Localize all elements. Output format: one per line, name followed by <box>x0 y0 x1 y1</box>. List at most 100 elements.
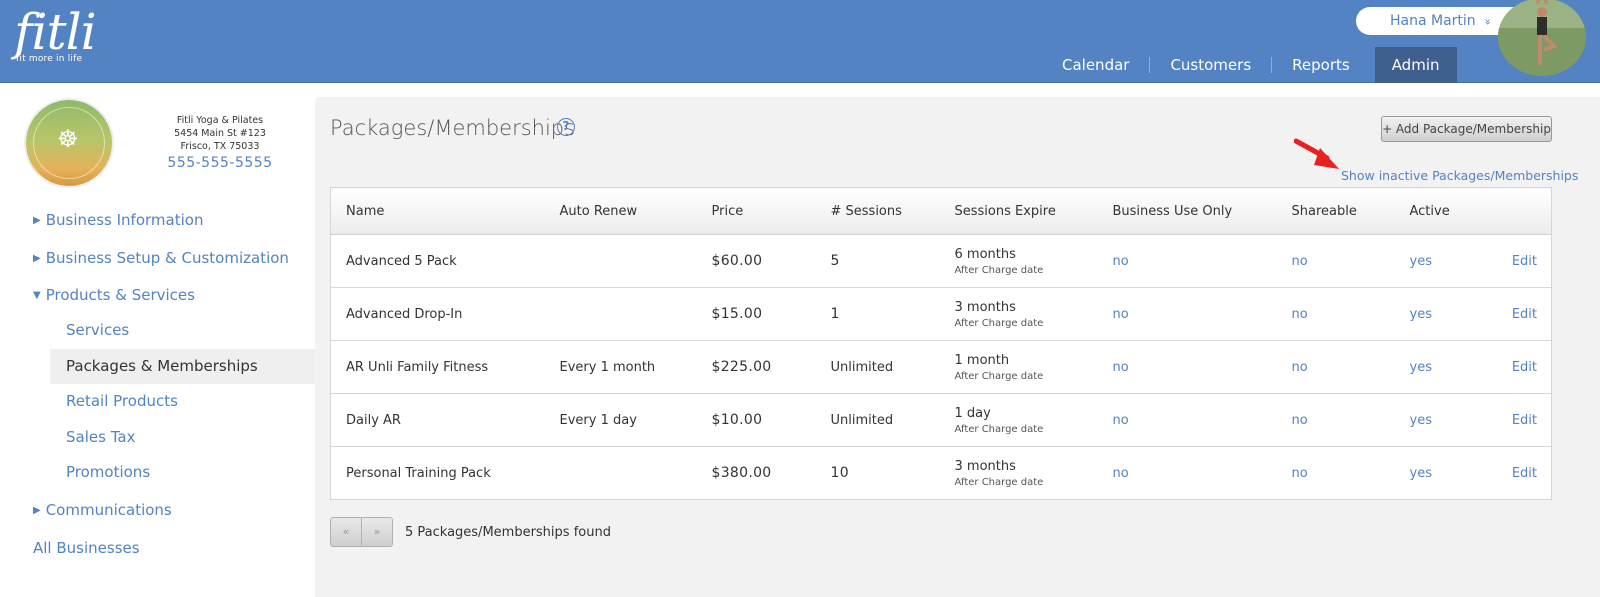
tab-calendar[interactable]: Calendar <box>1042 47 1149 83</box>
show-inactive-link[interactable]: Show inactive Packages/Memberships <box>1341 168 1578 183</box>
cell-active[interactable]: yes <box>1394 287 1485 341</box>
cell-sessions: Unlimited <box>815 340 940 394</box>
expire-note: After Charge date <box>954 476 1044 488</box>
cell-name: AR Unli Family Fitness <box>330 340 545 394</box>
column-header-price[interactable]: Price <box>696 187 816 235</box>
triangle-right-icon: ▶ <box>33 505 41 516</box>
sidebar-item-label: Business Setup & Customization <box>45 249 289 267</box>
tab-customers[interactable]: Customers <box>1150 47 1271 83</box>
business-phone[interactable]: 555-555-5555 <box>145 155 295 171</box>
red-pointer-arrow <box>1294 138 1339 169</box>
column-header-sessions[interactable]: # Sessions <box>815 187 940 235</box>
cell-shareable[interactable]: no <box>1277 447 1395 500</box>
table-row: AR Unli Family Fitness Every 1 month $22… <box>330 340 1552 394</box>
chevron-down-icon: » <box>1481 18 1495 26</box>
cell-business-use-only[interactable]: no <box>1097 287 1277 341</box>
table-row: Daily AR Every 1 day $10.00 Unlimited 1 … <box>330 393 1552 447</box>
pagination: « » <box>330 517 393 547</box>
cell-active[interactable]: yes <box>1394 393 1485 447</box>
logo-word: fitli <box>14 3 97 61</box>
column-header-sessions-expire[interactable]: Sessions Expire <box>939 187 1098 235</box>
edit-link[interactable]: Edit <box>1484 234 1552 288</box>
cell-name: Daily AR <box>330 393 545 447</box>
triangle-right-icon: ▶ <box>33 253 41 264</box>
pager-next-button[interactable]: » <box>362 518 392 546</box>
cell-shareable[interactable]: no <box>1276 234 1395 288</box>
cell-auto-renew: Every 1 month <box>544 340 697 394</box>
cell-price: $10.00 <box>696 393 816 447</box>
cell-name: Advanced 5 Pack <box>330 234 545 288</box>
column-header-shareable[interactable]: Shareable <box>1276 187 1395 235</box>
cell-sessions: Unlimited <box>815 393 940 447</box>
sidebar-sub-item-sales-tax[interactable]: Sales Tax <box>66 428 135 446</box>
add-package-button[interactable]: + Add Package/Membership <box>1381 116 1552 142</box>
cell-business-use-only[interactable]: no <box>1097 234 1277 288</box>
cell-price: $380.00 <box>711 465 772 481</box>
main-nav: Calendar Customers Reports Admin <box>1042 47 1457 83</box>
column-header-business-use-only[interactable]: Business Use Only <box>1097 187 1277 235</box>
sidebar-sub-item-promotions[interactable]: Promotions <box>66 463 150 481</box>
cell-auto-renew <box>544 287 697 341</box>
cell-business-use-only[interactable]: no <box>1097 393 1277 447</box>
sidebar-item-label: Products & Services <box>45 286 195 304</box>
column-header-name[interactable]: Name <box>330 187 545 235</box>
cell-auto-renew: Every 1 day <box>544 393 697 447</box>
triangle-right-icon: ▶ <box>33 215 41 226</box>
tab-reports[interactable]: Reports <box>1272 47 1370 83</box>
column-header-auto-renew[interactable]: Auto Renew <box>544 187 697 235</box>
cell-shareable[interactable]: no <box>1276 340 1395 394</box>
business-card: ☸ Fitli Yoga & Pilates 5454 Main St #123… <box>20 97 315 189</box>
cell-price: $60.00 <box>696 234 816 288</box>
cell-active[interactable]: yes <box>1394 234 1485 288</box>
help-icon[interactable]: ? <box>557 118 575 136</box>
expire-value: 1 day <box>954 405 991 421</box>
cell-sessions-expire: 1 month After Charge date <box>939 340 1098 394</box>
cell-name: Advanced Drop-In <box>330 287 545 341</box>
sidebar-sub-item-services[interactable]: Services <box>66 321 129 339</box>
avatar[interactable] <box>1498 0 1586 76</box>
sidebar-item-products-services[interactable]: ▼ Products & Services <box>33 286 195 304</box>
cell-sessions-expire: 6 months After Charge date <box>939 234 1098 288</box>
cell-sessions: 1 <box>815 287 940 341</box>
table-row: Advanced 5 Pack $60.00 5 6 months After C… <box>330 234 1552 288</box>
cell-sessions: 5 <box>815 234 940 288</box>
cell-sessions-expire: 3 months After Charge date <box>939 287 1098 341</box>
sidebar-item-label: Communications <box>45 501 172 519</box>
sidebar-sub-item-retail-products[interactable]: Retail Products <box>66 392 178 410</box>
sidebar-item-business-information[interactable]: ▶ Business Information <box>33 211 203 229</box>
edit-link[interactable]: Edit <box>1484 287 1552 341</box>
pager-prev-button[interactable]: « <box>331 518 362 546</box>
tab-admin[interactable]: Admin <box>1374 47 1457 83</box>
sidebar-item-business-setup[interactable]: ▶ Business Setup & Customization <box>33 249 289 267</box>
edit-link[interactable]: Edit <box>1484 393 1552 447</box>
page-title: Packages/Memberships <box>330 116 576 140</box>
expire-value: 1 month <box>954 352 1010 368</box>
business-address: Fitli Yoga & Pilates 5454 Main St #123 F… <box>155 114 285 153</box>
cell-business-use-only[interactable]: no <box>1098 447 1277 500</box>
cell-active[interactable]: yes <box>1394 340 1485 394</box>
sidebar-item-communications[interactable]: ▶ Communications <box>33 501 172 519</box>
cell-auto-renew <box>544 234 697 288</box>
expire-note: After Charge date <box>954 264 1044 276</box>
cell-price: $225.00 <box>696 340 816 394</box>
sidebar-sub-item-packages-memberships[interactable]: Packages & Memberships <box>66 357 258 375</box>
edit-link[interactable]: Edit <box>1485 447 1552 500</box>
edit-link[interactable]: Edit <box>1484 340 1552 394</box>
cell-shareable[interactable]: no <box>1276 393 1395 447</box>
business-name: Fitli Yoga & Pilates <box>176 115 264 126</box>
fitli-logo[interactable]: fitli fit more in life <box>14 3 97 64</box>
cell-shareable[interactable]: no <box>1276 287 1395 341</box>
expire-value: 3 months <box>954 458 1016 474</box>
column-header-actions <box>1484 187 1552 235</box>
triangle-down-icon: ▼ <box>33 290 41 301</box>
table-row: Personal Training Pack $380.00 10 3 mont… <box>331 447 1552 500</box>
expire-note: After Charge date <box>954 423 1044 435</box>
sidebar-item-all-businesses[interactable]: All Businesses <box>33 539 140 557</box>
cell-business-use-only[interactable]: no <box>1097 340 1277 394</box>
expire-value: 3 months <box>954 299 1016 315</box>
column-header-active[interactable]: Active <box>1394 187 1485 235</box>
table-row: Advanced Drop-In $15.00 1 3 months After … <box>330 287 1552 341</box>
cell-active[interactable]: yes <box>1395 447 1485 500</box>
business-address-line1: 5454 Main St #123 <box>174 128 266 139</box>
cell-auto-renew <box>545 447 697 500</box>
